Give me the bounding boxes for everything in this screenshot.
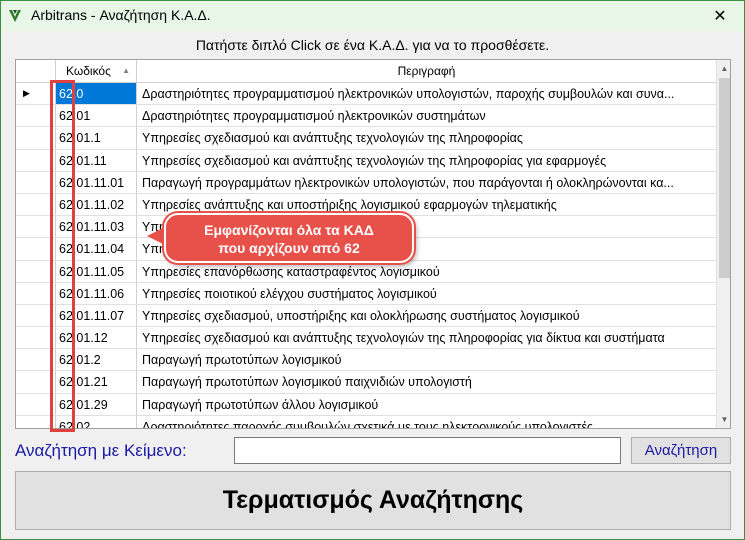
scrollbar-thumb[interactable] xyxy=(719,78,730,278)
callout-line-2: που αρχίζουν από 62 xyxy=(218,240,360,256)
current-row-pointer-icon: ▶ xyxy=(23,88,30,98)
table-row[interactable]: 62.01.12 Υπηρεσίες σχεδιασμού και ανάπτυξ… xyxy=(16,327,716,350)
code-prefix-highlight xyxy=(50,80,75,432)
scroll-up-icon[interactable]: ▲ xyxy=(717,60,730,77)
title-bar[interactable]: Arbitrans - Αναζήτηση Κ.Α.Δ. ✕ xyxy=(1,1,744,31)
window-title: Arbitrans - Αναζήτηση Κ.Α.Δ. xyxy=(31,7,211,23)
callout-line-1: Εμφανίζονται όλα τα ΚΑΔ xyxy=(204,222,374,238)
cell-description[interactable]: Παραγωγή πρωτοτύπων λογισμικού παιχνιδιώ… xyxy=(137,371,716,392)
cell-description[interactable]: Παραγωγή πρωτοτύπων άλλου λογισμικού xyxy=(137,394,716,415)
table-row[interactable]: 62.01.29 Παραγωγή πρωτοτύπων άλλου λογισμ… xyxy=(16,393,716,416)
grid-header: Κωδικός ▲ Περιγραφή xyxy=(16,60,716,83)
cell-description[interactable]: Υπηρεσίες σχεδιασμού και ανάπτυξης τεχνο… xyxy=(137,327,716,348)
close-button[interactable]: ✕ xyxy=(700,3,740,29)
table-row[interactable]: 62.01.11.06 Υπηρεσίες ποιοτικού ελέγχου σ… xyxy=(16,282,716,305)
table-row[interactable]: 62.01.11 Υπηρεσίες σχεδιασμού και ανάπτυξ… xyxy=(16,149,716,172)
table-row[interactable]: 62.02 Δραστηριότητες παροχής συμβουλών σχ… xyxy=(16,415,716,428)
table-row[interactable]: 62.01.11.07 Υπηρεσίες σχεδιασμού, υποστήρ… xyxy=(16,304,716,328)
search-text-label: Αναζήτηση με Κείμενο: xyxy=(15,441,187,460)
cell-description[interactable]: Υπηρεσίες ανάπτυξης και υποστήριξης λογι… xyxy=(137,194,716,215)
cell-description[interactable]: Δραστηριότητες προγραμματισμού ηλεκτρονι… xyxy=(137,105,716,126)
table-row[interactable]: 62.01 Δραστηριότητες προγραμματισμού ηλεκ… xyxy=(16,105,716,128)
vertical-scrollbar[interactable]: ▲ ▼ xyxy=(716,60,730,428)
table-row[interactable]: ▶ 62.0 Δραστηριότητες προγραμματισμού ηλεκ… xyxy=(16,83,716,106)
dialog-window: Arbitrans - Αναζήτηση Κ.Α.Δ. ✕ Πατήστε δ… xyxy=(0,0,745,540)
cell-description[interactable]: Υπηρεσίες σχεδιασμού, υποστήριξης και ολ… xyxy=(137,305,716,326)
sort-ascending-icon: ▲ xyxy=(122,66,130,75)
cell-description[interactable]: Παραγωγή προγραμμάτων ηλεκτρονικών υπολο… xyxy=(137,172,716,193)
column-header-description[interactable]: Περιγραφή xyxy=(137,60,716,82)
search-button[interactable]: Αναζήτηση xyxy=(631,437,731,464)
cell-description[interactable]: Δραστηριότητες παροχής συμβουλών σχετικά… xyxy=(137,416,716,428)
cell-description[interactable]: Υπηρεσίες ποιοτικού ελέγχου συστήματος λ… xyxy=(137,283,716,304)
instruction-text: Πατήστε διπλό Click σε ένα Κ.Α.Δ. για να… xyxy=(195,37,550,53)
cell-description[interactable]: Παραγωγή πρωτοτύπων λογισμικού xyxy=(137,349,716,370)
table-row[interactable]: 62.01.21 Παραγωγή πρωτοτύπων λογισμικού π… xyxy=(16,371,716,394)
column-header-code[interactable]: Κωδικός ▲ xyxy=(56,60,137,82)
row-selector-header xyxy=(16,60,56,82)
scroll-down-icon[interactable]: ▼ xyxy=(717,411,730,428)
cell-description[interactable]: Δραστηριότητες προγραμματισμού ηλεκτρονι… xyxy=(137,83,716,104)
table-row[interactable]: 62.01.2 Παραγωγή πρωτοτύπων λογισμικού xyxy=(16,349,716,372)
arbitrans-logo-icon xyxy=(7,8,23,24)
table-row[interactable]: 62.01.11.01 Παραγωγή προγραμμάτων ηλεκτρο… xyxy=(16,171,716,194)
end-search-button[interactable]: Τερματισμός Αναζήτησης xyxy=(15,471,731,530)
search-input[interactable] xyxy=(234,437,621,464)
table-row[interactable]: 62.01.11.05 Υπηρεσίες επανόρθωσης καταστρ… xyxy=(16,260,716,283)
cell-description[interactable]: Υπηρεσίες σχεδιασμού και ανάπτυξης τεχνο… xyxy=(137,127,716,148)
table-row[interactable]: 62.01.1 Υπηρεσίες σχεδιασμού και ανάπτυξη… xyxy=(16,127,716,150)
annotation-callout: Εμφανίζονται όλα τα ΚΑΔ που αρχίζουν από… xyxy=(164,213,414,263)
column-header-code-label: Κωδικός xyxy=(66,64,111,78)
cell-description[interactable]: Υπηρεσίες σχεδιασμού και ανάπτυξης τεχνο… xyxy=(137,150,716,171)
cell-description[interactable]: Υπηρεσίες επανόρθωσης καταστραφέντος λογ… xyxy=(137,261,716,282)
